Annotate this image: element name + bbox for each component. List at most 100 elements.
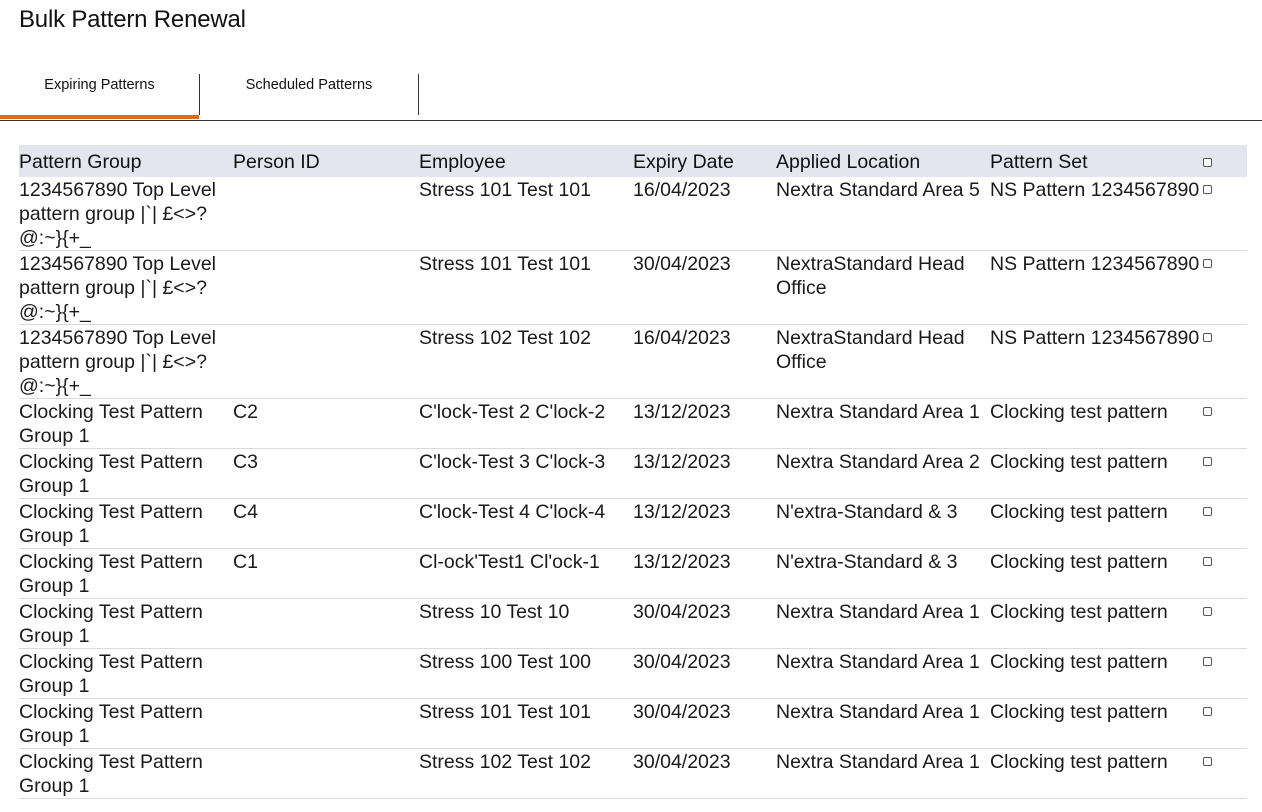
tab-expiring-patterns[interactable]: Expiring Patterns (0, 75, 199, 119)
cell-pattern-set: NS Pattern 1234567890 (990, 324, 1200, 399)
row-select-checkbox[interactable] (1203, 557, 1212, 566)
page-title: Bulk Pattern Renewal (19, 6, 246, 33)
cell-pattern-group: Clocking Test Pattern Group 1 (19, 448, 233, 499)
cell-pattern-set: Clocking test pattern (990, 448, 1200, 499)
row-select-cell (1200, 548, 1247, 599)
row-select-cell (1200, 448, 1247, 499)
cell-pattern-group: Clocking Test Pattern Group 1 (19, 648, 233, 699)
row-select-checkbox[interactable] (1203, 333, 1212, 342)
table-row[interactable]: Clocking Test Pattern Group 1 C1 Cl-ock'Te… (19, 548, 1247, 599)
row-select-cell (1200, 177, 1247, 251)
cell-person-id: C3 (233, 448, 419, 499)
cell-pattern-group: Clocking Test Pattern Group 1 (19, 598, 233, 649)
cell-pattern-set: NS Pattern 1234567890 (990, 177, 1200, 251)
cell-expiry-date: 30/04/2023 (633, 598, 776, 649)
cell-pattern-set: Clocking test pattern (990, 598, 1200, 649)
column-header-person-id[interactable]: Person ID (233, 145, 419, 177)
cell-pattern-group: Clocking Test Pattern Group 1 (19, 698, 233, 749)
table-row[interactable]: Clocking Test Pattern Group 1 Stress 102 … (19, 748, 1247, 799)
cell-applied-location: Nextra Standard Area 1 (776, 398, 990, 449)
select-all-cell (1200, 145, 1247, 177)
tab-bar: Expiring Patterns Scheduled Patterns (0, 62, 1262, 121)
cell-employee: Stress 101 Test 101 (419, 177, 633, 251)
row-select-checkbox[interactable] (1203, 607, 1212, 616)
cell-pattern-set: Clocking test pattern (990, 698, 1200, 749)
row-select-checkbox[interactable] (1203, 507, 1212, 516)
cell-expiry-date: 13/12/2023 (633, 548, 776, 599)
cell-pattern-group: 1234567890 Top Level pattern group |`| £… (19, 250, 233, 325)
cell-employee: Stress 102 Test 102 (419, 748, 633, 799)
cell-expiry-date: 16/04/2023 (633, 177, 776, 251)
column-header-pattern-group[interactable]: Pattern Group (19, 145, 233, 177)
row-select-checkbox[interactable] (1203, 259, 1212, 268)
cell-applied-location: Nextra Standard Area 5 (776, 177, 990, 251)
column-header-expiry-date[interactable]: Expiry Date (633, 145, 776, 177)
cell-applied-location: Nextra Standard Area 1 (776, 648, 990, 699)
cell-expiry-date: 30/04/2023 (633, 748, 776, 799)
cell-pattern-group: Clocking Test Pattern Group 1 (19, 398, 233, 449)
cell-person-id: C2 (233, 398, 419, 449)
row-select-cell (1200, 498, 1247, 549)
table-row[interactable]: Clocking Test Pattern Group 1 C3 C'lock-Te… (19, 448, 1247, 499)
row-select-cell (1200, 598, 1247, 649)
cell-person-id (233, 598, 419, 649)
cell-pattern-set: Clocking test pattern (990, 498, 1200, 549)
cell-applied-location: Nextra Standard Area 2 (776, 448, 990, 499)
table-row[interactable]: 1234567890 Top Level pattern group |`| £… (19, 250, 1247, 325)
row-select-checkbox[interactable] (1203, 457, 1212, 466)
cell-employee: Stress 102 Test 102 (419, 324, 633, 399)
cell-expiry-date: 30/04/2023 (633, 698, 776, 749)
cell-person-id (233, 324, 419, 399)
row-select-checkbox[interactable] (1203, 757, 1212, 766)
cell-employee: Stress 101 Test 101 (419, 698, 633, 749)
row-select-cell (1200, 250, 1247, 325)
table-row[interactable]: 1234567890 Top Level pattern group |`| £… (19, 177, 1247, 251)
cell-applied-location: Nextra Standard Area 1 (776, 748, 990, 799)
cell-pattern-set: Clocking test pattern (990, 648, 1200, 699)
table-row[interactable]: Clocking Test Pattern Group 1 Stress 100 … (19, 648, 1247, 699)
table-row[interactable]: Clocking Test Pattern Group 1 C4 C'lock-Te… (19, 498, 1247, 549)
cell-pattern-group: 1234567890 Top Level pattern group |`| £… (19, 324, 233, 399)
row-select-cell (1200, 648, 1247, 699)
cell-employee: C'lock-Test 4 C'lock-4 (419, 498, 633, 549)
table-row[interactable]: 1234567890 Top Level pattern group |`| £… (19, 324, 1247, 399)
cell-expiry-date: 13/12/2023 (633, 498, 776, 549)
row-select-checkbox[interactable] (1203, 707, 1212, 716)
cell-employee: C'lock-Test 2 C'lock-2 (419, 398, 633, 449)
select-all-checkbox[interactable] (1203, 157, 1212, 167)
row-select-cell (1200, 398, 1247, 449)
row-select-checkbox[interactable] (1203, 407, 1212, 416)
cell-person-id (233, 250, 419, 325)
row-select-cell (1200, 324, 1247, 399)
cell-pattern-group: Clocking Test Pattern Group 1 (19, 748, 233, 799)
cell-person-id (233, 177, 419, 251)
column-header-employee[interactable]: Employee (419, 145, 633, 177)
table-row[interactable]: Clocking Test Pattern Group 1 C2 C'lock-Te… (19, 398, 1247, 449)
tab-scheduled-patterns[interactable]: Scheduled Patterns (200, 75, 418, 117)
cell-employee: Stress 10 Test 10 (419, 598, 633, 649)
row-select-checkbox[interactable] (1203, 185, 1212, 194)
table-header-row: Pattern Group Person ID Employee Expiry … (19, 145, 1247, 177)
cell-pattern-set: Clocking test pattern (990, 548, 1200, 599)
table-row[interactable]: Clocking Test Pattern Group 1 Stress 10 T… (19, 598, 1247, 649)
row-select-cell (1200, 698, 1247, 749)
cell-employee: Cl-ock'Test1 Cl'ock-1 (419, 548, 633, 599)
cell-applied-location: NextraStandard Head Office (776, 250, 990, 325)
cell-person-id (233, 698, 419, 749)
cell-expiry-date: 30/04/2023 (633, 648, 776, 699)
row-select-checkbox[interactable] (1203, 657, 1212, 666)
cell-applied-location: NextraStandard Head Office (776, 324, 990, 399)
cell-applied-location: N'extra-Standard & 3 (776, 498, 990, 549)
cell-pattern-set: NS Pattern 1234567890 (990, 250, 1200, 325)
cell-expiry-date: 30/04/2023 (633, 250, 776, 325)
cell-person-id: C4 (233, 498, 419, 549)
cell-expiry-date: 13/12/2023 (633, 448, 776, 499)
row-select-cell (1200, 748, 1247, 799)
column-header-pattern-set[interactable]: Pattern Set (990, 145, 1200, 177)
column-header-applied-location[interactable]: Applied Location (776, 145, 990, 177)
cell-applied-location: Nextra Standard Area 1 (776, 598, 990, 649)
table-row[interactable]: Clocking Test Pattern Group 1 Stress 101 … (19, 698, 1247, 749)
cell-applied-location: N'extra-Standard & 3 (776, 548, 990, 599)
cell-person-id (233, 648, 419, 699)
cell-person-id: C1 (233, 548, 419, 599)
